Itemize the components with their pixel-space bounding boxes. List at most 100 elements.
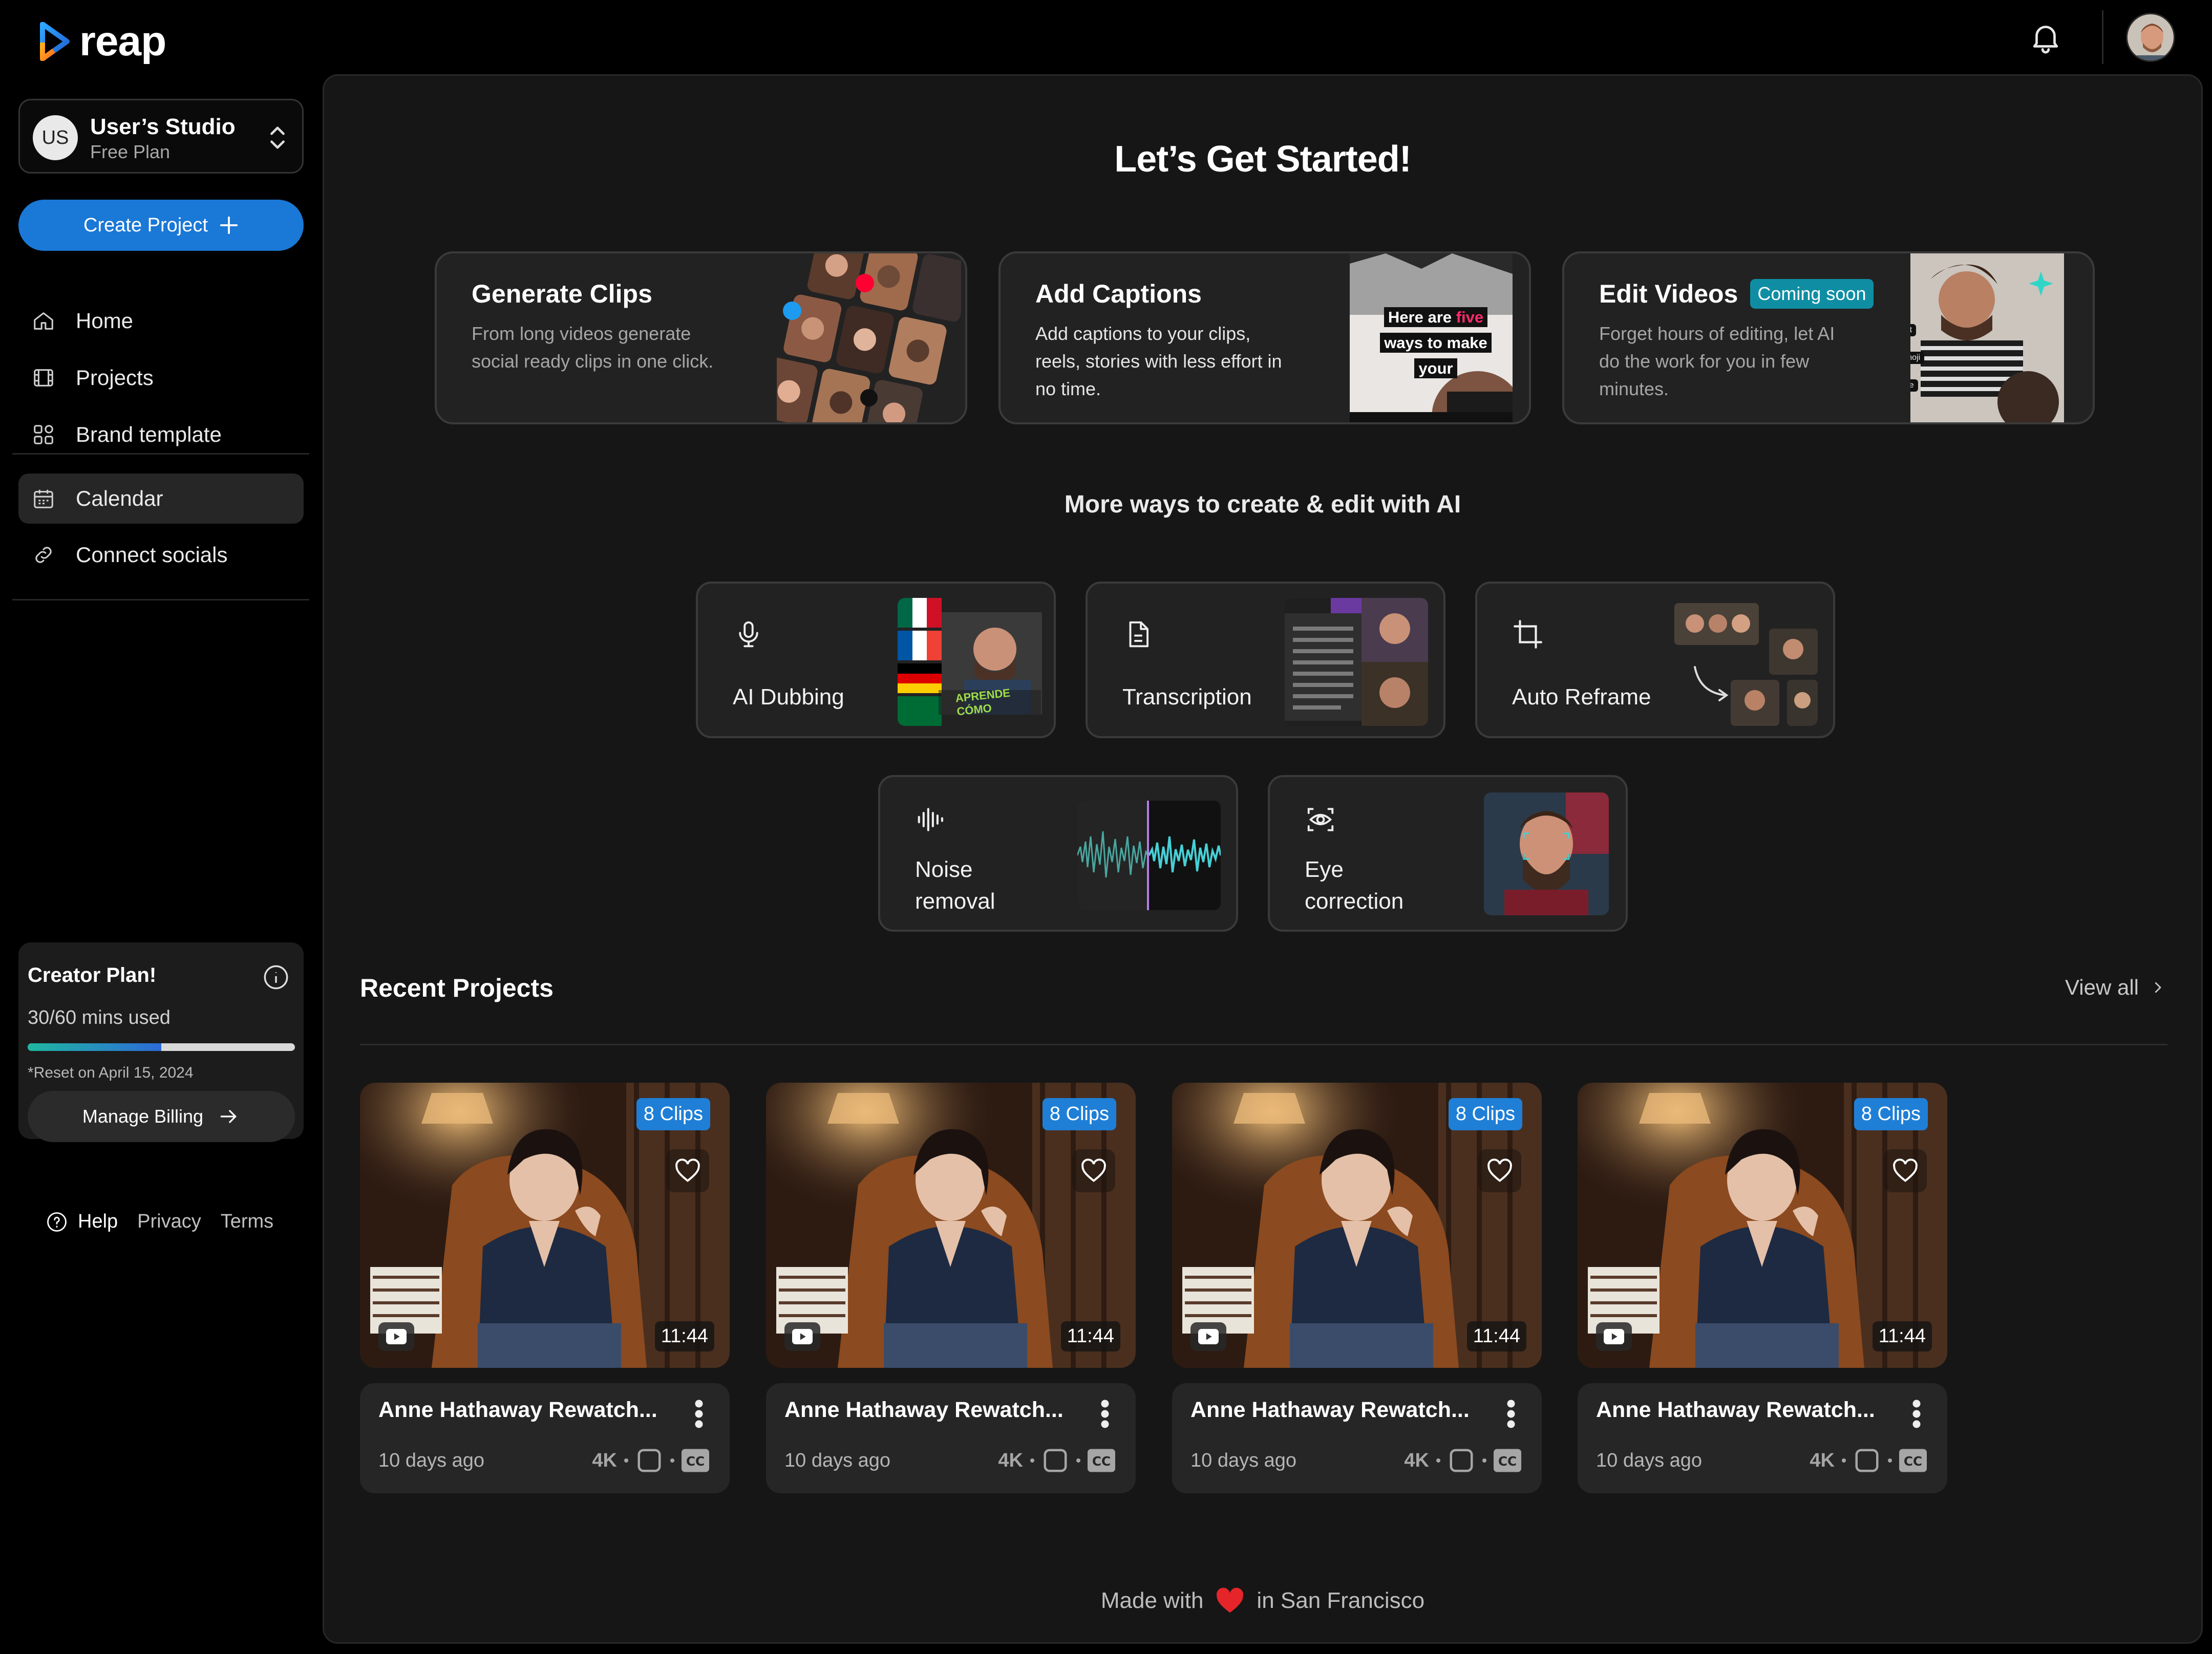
project-thumbnail[interactable]: 8 Clips 11:44 xyxy=(360,1083,730,1368)
plus-icon xyxy=(220,216,238,234)
transcription-photo xyxy=(1285,598,1428,726)
made-with-prefix: Made with xyxy=(1100,1588,1204,1613)
tool-card-ai-dubbing[interactable]: AI Dubbing APRENDE CÓMO xyxy=(696,582,1056,738)
waveform-icon xyxy=(918,808,944,831)
reframe-photo xyxy=(1674,598,1818,726)
youtube-source-icon xyxy=(1596,1322,1632,1351)
recent-projects-title: Recent Projects xyxy=(360,974,554,1002)
sidebar-item-projects[interactable]: Projects xyxy=(18,353,304,403)
meta-dot xyxy=(1436,1458,1440,1463)
chevron-up-down-icon xyxy=(270,126,285,149)
project-card[interactable]: 8 Clips 11:44 Anne Hathaway Rewatch... 1… xyxy=(1172,1083,1542,1493)
home-icon xyxy=(34,312,53,330)
reap-logo-icon xyxy=(40,22,70,61)
studio-switcher[interactable]: US User’s Studio Free Plan xyxy=(18,99,304,174)
top-bar: reap xyxy=(0,0,2212,74)
topbar-divider xyxy=(2102,10,2103,64)
meta-dot xyxy=(1842,1458,1846,1463)
favorite-button[interactable] xyxy=(1884,1149,1927,1192)
transcription-illustration xyxy=(1285,598,1428,726)
arrow-right-icon xyxy=(220,1110,237,1123)
project-meta: 4K CC xyxy=(998,1447,1115,1474)
favorite-button[interactable] xyxy=(1072,1149,1115,1192)
clips-count-badge: 8 Clips xyxy=(1448,1098,1522,1130)
youtube-icon xyxy=(792,1329,813,1344)
privacy-link[interactable]: Privacy xyxy=(137,1211,201,1233)
feature-card-edit-videos[interactable]: Edit Videos Coming soon Forget hours of … xyxy=(1562,251,2095,424)
sidebar-item-calendar[interactable]: Calendar xyxy=(18,474,304,524)
tool-card-noise-removal[interactable]: Noise removal xyxy=(878,775,1238,932)
project-thumbnail[interactable]: 8 Clips 11:44 xyxy=(1578,1083,1947,1368)
tool-label: AI Dubbing xyxy=(733,684,844,710)
chip-split: Split xyxy=(1910,324,1917,336)
meta-dot xyxy=(670,1458,674,1463)
document-icon xyxy=(1129,621,1149,648)
duration-badge: 11:44 xyxy=(1872,1321,1932,1351)
project-card[interactable]: 8 Clips 11:44 Anne Hathaway Rewatch... 1… xyxy=(1578,1083,1947,1493)
app-root: reap US User’s Studio Free Plan Create P… xyxy=(0,0,2212,1654)
sidebar-divider xyxy=(12,453,309,455)
main-panel: Let’s Get Started! Generate Clips From l… xyxy=(323,74,2203,1644)
feature-card-generate-clips[interactable]: Generate Clips From long videos generate… xyxy=(435,251,967,424)
favorite-button[interactable] xyxy=(1478,1149,1521,1192)
caption-word: Here are xyxy=(1388,308,1452,326)
project-card[interactable]: 8 Clips 11:44 Anne Hathaway Rewatch... 1… xyxy=(360,1083,730,1493)
project-card[interactable]: 8 Clips 11:44 Anne Hathaway Rewatch... 1… xyxy=(766,1083,1136,1493)
sidebar-divider xyxy=(12,599,309,600)
project-thumbnail[interactable]: 8 Clips 11:44 xyxy=(1172,1083,1542,1368)
bell-icon[interactable] xyxy=(2028,19,2064,55)
project-thumbnail[interactable]: 8 Clips 11:44 xyxy=(766,1083,1136,1368)
quality-label: 4K xyxy=(592,1449,617,1471)
more-vertical-icon[interactable] xyxy=(694,1399,704,1429)
info-icon[interactable] xyxy=(263,964,289,991)
sidebar-item-label: Home xyxy=(76,309,134,333)
more-vertical-icon[interactable] xyxy=(1911,1399,1922,1429)
caption-line: your xyxy=(1414,358,1457,378)
manage-billing-button[interactable]: Manage Billing xyxy=(28,1091,295,1142)
sidebar-item-label: Brand template xyxy=(76,422,222,446)
noise-removal-illustration xyxy=(1077,801,1221,910)
chip-add-emoji: Add emoji xyxy=(1910,352,1925,364)
project-date: 10 days ago xyxy=(1190,1450,1297,1471)
brand-logo[interactable]: reap xyxy=(38,17,166,66)
tool-card-eye-correction[interactable]: Eye correction xyxy=(1268,775,1628,932)
svg-text:CC: CC xyxy=(686,1454,705,1469)
duration-badge: 11:44 xyxy=(1466,1321,1526,1351)
favorite-button[interactable] xyxy=(666,1149,709,1192)
project-name: Anne Hathaway Rewatch... xyxy=(378,1398,657,1422)
project-meta: 4K CC xyxy=(592,1447,709,1474)
project-name: Anne Hathaway Rewatch... xyxy=(1596,1398,1875,1422)
help-link[interactable]: Help xyxy=(46,1211,118,1233)
more-vertical-icon[interactable] xyxy=(1100,1399,1110,1429)
tool-card-auto-reframe[interactable]: Auto Reframe xyxy=(1475,582,1835,738)
sidebar-item-brand-template[interactable]: Brand template xyxy=(18,410,304,460)
feature-description: Forget hours of editing, let AI do the w… xyxy=(1599,323,1835,399)
project-info: Anne Hathaway Rewatch... 10 days ago 4K … xyxy=(1172,1383,1542,1493)
brand-name: reap xyxy=(79,18,166,65)
project-meta: 4K CC xyxy=(1810,1447,1927,1474)
help-icon xyxy=(47,1212,67,1232)
user-avatar[interactable] xyxy=(2126,13,2175,62)
create-project-button[interactable]: Create Project xyxy=(18,200,304,251)
sidebar-item-connect-socials[interactable]: Connect socials xyxy=(18,530,304,580)
sidebar-item-home[interactable]: Home xyxy=(18,296,304,346)
project-date: 10 days ago xyxy=(784,1450,891,1471)
clips-count-badge: 8 Clips xyxy=(636,1098,710,1130)
feature-title: Edit Videos xyxy=(1599,280,1738,308)
tool-card-transcription[interactable]: Transcription xyxy=(1086,582,1445,738)
more-vertical-icon[interactable] xyxy=(1506,1399,1516,1429)
youtube-icon xyxy=(386,1329,407,1344)
closed-captions-icon: CC xyxy=(682,1449,709,1472)
plan-card: Creator Plan! 30/60 mins used *Reset on … xyxy=(18,942,304,1142)
duration-badge: 11:44 xyxy=(1060,1321,1120,1351)
view-all-link[interactable]: View all xyxy=(2065,975,2165,1000)
feature-card-add-captions[interactable]: Add Captions Add captions to your clips,… xyxy=(998,251,1531,424)
eye-icon xyxy=(1307,808,1334,831)
terms-link[interactable]: Terms xyxy=(221,1211,273,1233)
closed-captions-icon: CC xyxy=(1899,1449,1927,1472)
studio-name: User’s Studio xyxy=(90,114,236,139)
feature-title: Generate Clips xyxy=(472,280,652,308)
tool-label: Auto Reframe xyxy=(1512,684,1651,710)
auto-reframe-illustration xyxy=(1674,598,1818,726)
svg-text:CC: CC xyxy=(1092,1454,1111,1469)
